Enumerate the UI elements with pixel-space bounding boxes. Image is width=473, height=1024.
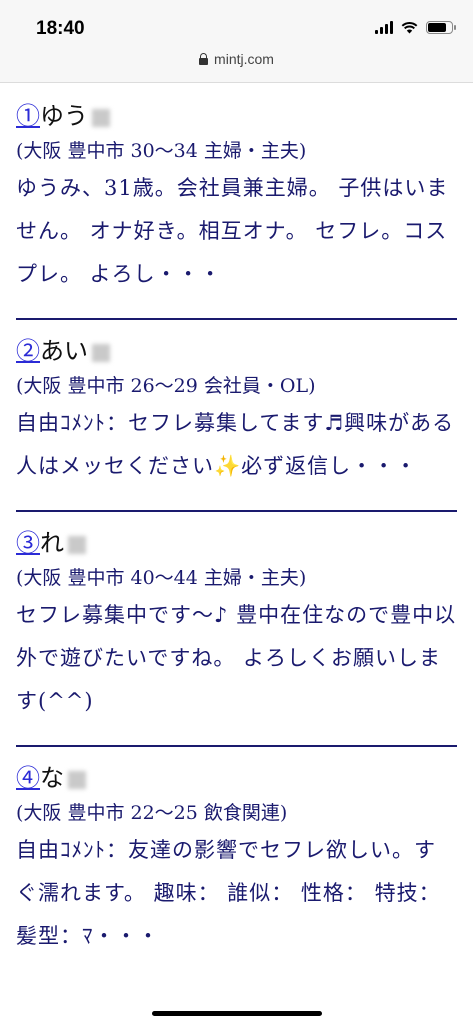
entry-name: れ bbox=[40, 529, 64, 557]
entry-meta: (大阪 豊中市 26〜29 会社員・OL) bbox=[16, 375, 316, 397]
entry-number-link[interactable]: ④ bbox=[16, 764, 40, 792]
list-item: ④な (大阪 豊中市 22〜25 飲食関連) 自由ｺﾒﾝﾄ：友達の影響でセフレ欲… bbox=[16, 747, 457, 980]
lock-icon bbox=[199, 53, 209, 65]
entry-meta: (大阪 豊中市 30〜34 主婦・主夫) bbox=[16, 140, 307, 162]
entry-meta: (大阪 豊中市 40〜44 主婦・主夫) bbox=[16, 567, 307, 589]
system-icons bbox=[375, 20, 456, 34]
status-bar: 18:40 mintj.com bbox=[0, 0, 473, 83]
entry-number-link[interactable]: ① bbox=[16, 102, 40, 130]
entry-title: ④な bbox=[16, 759, 457, 797]
blurred-name bbox=[68, 770, 86, 789]
entry-number-link[interactable]: ③ bbox=[16, 529, 40, 557]
entry-description: 自由ｺﾒﾝﾄ：友達の影響でセフレ欲しい。すぐ濡れます。 趣味： 誰似： 性格： … bbox=[16, 838, 441, 948]
list-item: ③れ (大阪 豊中市 40〜44 主婦・主夫) セフレ募集中です〜♪ 豊中在住な… bbox=[16, 512, 457, 747]
home-indicator[interactable] bbox=[151, 1011, 322, 1016]
wifi-icon bbox=[401, 21, 418, 33]
entry-description: セフレ募集中です〜♪ 豊中在住なので豊中以外で遊びたいですね。 よろしくお願いし… bbox=[16, 603, 457, 713]
status-time: 18:40 bbox=[36, 18, 85, 39]
entry-title: ②あい bbox=[16, 332, 457, 370]
entry-title: ③れ bbox=[16, 524, 457, 562]
address-bar[interactable]: mintj.com bbox=[0, 51, 473, 67]
list-item: ②あい (大阪 豊中市 26〜29 会社員・OL) 自由ｺﾒﾝﾄ：セフレ募集して… bbox=[16, 320, 457, 512]
blurred-name bbox=[92, 108, 110, 127]
battery-icon bbox=[426, 20, 456, 34]
entry-title: ①ゆう bbox=[16, 97, 457, 135]
entry-name: あい bbox=[40, 337, 88, 365]
blurred-name bbox=[92, 343, 110, 362]
profile-list: ①ゆう (大阪 豊中市 30〜34 主婦・主夫) ゆうみ、31歳。会社員兼主婦。… bbox=[0, 83, 473, 980]
signal-icon bbox=[375, 20, 393, 34]
entry-meta: (大阪 豊中市 22〜25 飲食関連) bbox=[16, 802, 288, 824]
list-item: ①ゆう (大阪 豊中市 30〜34 主婦・主夫) ゆうみ、31歳。会社員兼主婦。… bbox=[16, 83, 457, 320]
entry-name: ゆう bbox=[40, 102, 88, 130]
blurred-name bbox=[68, 535, 86, 554]
entry-description: ゆうみ、31歳。会社員兼主婦。 子供はいません。 オナ好き。相互オナ。 セフレ。… bbox=[16, 176, 449, 286]
entry-number-link[interactable]: ② bbox=[16, 337, 40, 365]
entry-name: な bbox=[40, 764, 64, 792]
entry-description: 自由ｺﾒﾝﾄ：セフレ募集してます♬興味がある人はメッセください✨必ず返信し・・・ bbox=[16, 411, 455, 478]
url-text: mintj.com bbox=[214, 51, 274, 67]
